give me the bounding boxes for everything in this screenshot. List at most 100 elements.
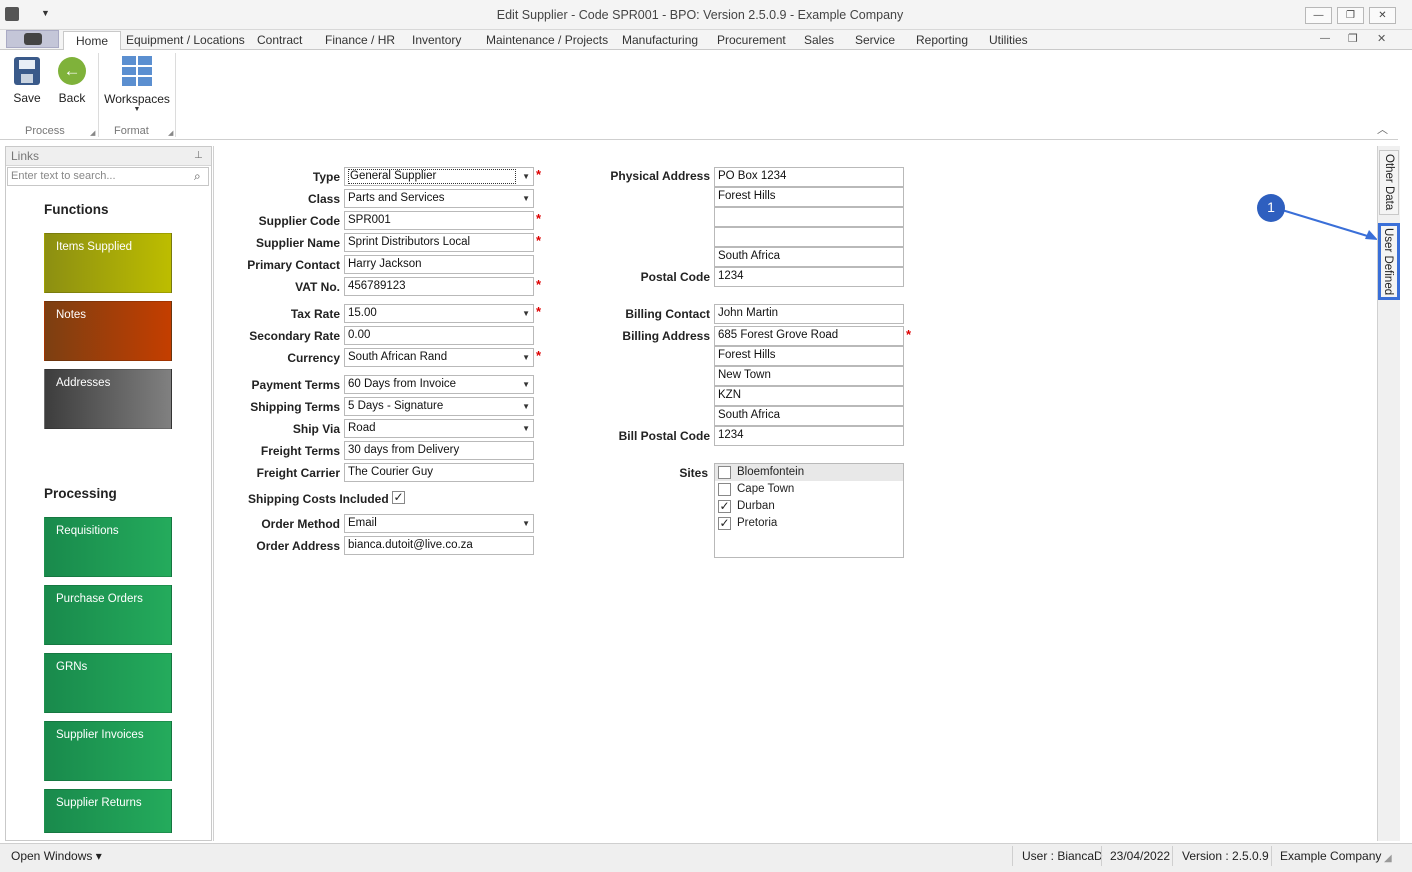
postal-code-label: Postal Code	[640, 270, 710, 284]
required-marker: *	[536, 233, 542, 248]
class-select[interactable]: Parts and Services ▼	[344, 189, 534, 208]
collapse-ribbon-icon[interactable]: ︿	[1377, 121, 1388, 137]
chevron-down-icon: ▼	[522, 194, 530, 203]
bill-postal-code-input[interactable]: 1234	[714, 426, 904, 446]
status-separator	[1172, 846, 1173, 866]
ribbon-panel	[0, 50, 1398, 140]
shipping-terms-select[interactable]: 5 Days - Signature ▼	[344, 397, 534, 416]
billing-address-line-1[interactable]: 685 Forest Grove Road	[714, 326, 904, 346]
primary-contact-input[interactable]: Harry Jackson	[344, 255, 534, 274]
physical-address-line-3[interactable]	[714, 207, 904, 227]
tile-supplier-returns[interactable]: Supplier Returns	[44, 789, 172, 833]
ship-via-label: Ship Via	[292, 422, 340, 436]
site-name: Pretoria	[737, 517, 778, 529]
processing-heading: Processing	[44, 486, 117, 501]
chevron-down-icon: ▼	[522, 309, 530, 318]
back-label: Back	[58, 91, 86, 105]
save-button[interactable]: Save	[8, 54, 46, 105]
tab-reporting[interactable]: Reporting	[904, 31, 980, 50]
site-checkbox[interactable]: ✓	[718, 517, 731, 530]
application-menu-button[interactable]	[6, 30, 59, 48]
process-launcher-icon[interactable]: ◢	[90, 129, 95, 137]
postal-code-input[interactable]: 1234	[714, 267, 904, 287]
tile-addresses[interactable]: Addresses	[44, 369, 172, 429]
physical-address-line-4[interactable]	[714, 227, 904, 247]
order-method-select[interactable]: Email ▼	[344, 514, 534, 533]
tax-rate-select[interactable]: 15.00 ▼	[344, 304, 534, 323]
required-marker: *	[536, 167, 542, 182]
tile-items-supplied[interactable]: Items Supplied	[44, 233, 172, 293]
payment-terms-select[interactable]: 60 Days from Invoice ▼	[344, 375, 534, 394]
open-windows-button[interactable]: Open Windows ▾	[11, 849, 102, 863]
secondary-rate-input[interactable]: 0.00	[344, 326, 534, 345]
vat-no-input[interactable]: 456789123	[344, 277, 534, 296]
supplier-code-input[interactable]: SPR001	[344, 211, 534, 230]
tile-purchase-orders[interactable]: Purchase Orders	[44, 585, 172, 645]
billing-contact-input[interactable]: John Martin	[714, 304, 904, 324]
currency-select[interactable]: South African Rand ▼	[344, 348, 534, 367]
shipping-terms-label: Shipping Terms	[250, 400, 340, 414]
site-checkbox[interactable]: ✓	[718, 500, 731, 513]
tile-notes[interactable]: Notes	[44, 301, 172, 361]
billing-address-line-5[interactable]: South Africa	[714, 406, 904, 426]
chevron-down-icon: ▼	[522, 172, 530, 181]
order-address-label: Order Address	[256, 539, 340, 553]
tab-procurement[interactable]: Procurement	[705, 31, 798, 50]
freight-terms-input[interactable]: 30 days from Delivery	[344, 441, 534, 460]
tab-service[interactable]: Service	[843, 31, 907, 50]
mdi-restore-button[interactable]: ❐	[1348, 32, 1358, 45]
site-checkbox[interactable]	[718, 466, 731, 479]
tab-equipment-locations[interactable]: Equipment / Locations	[114, 31, 257, 50]
supplier-name-input[interactable]: Sprint Distributors Local	[344, 233, 534, 252]
chevron-down-icon: ▼	[522, 353, 530, 362]
tab-utilities[interactable]: Utilities	[977, 31, 1040, 50]
supplier-code-label: Supplier Code	[258, 214, 340, 228]
tab-home[interactable]: Home	[63, 31, 122, 51]
links-search-input[interactable]: Enter text to search...	[7, 167, 209, 186]
physical-address-line-5[interactable]: South Africa	[714, 247, 904, 267]
type-select[interactable]: General Supplier ▼	[344, 167, 534, 186]
tile-requisitions[interactable]: Requisitions	[44, 517, 172, 577]
mdi-minimize-button[interactable]: —	[1320, 33, 1330, 44]
resize-grip-icon[interactable]: ◢	[1384, 853, 1392, 864]
tab-user-defined[interactable]: User Defined	[1378, 223, 1400, 300]
workspaces-grid-icon	[122, 56, 152, 86]
tab-inventory[interactable]: Inventory	[400, 31, 473, 50]
vat-no-label: VAT No.	[295, 280, 340, 294]
tab-finance-hr[interactable]: Finance / HR	[313, 31, 407, 50]
pin-icon[interactable]: ⊥	[194, 150, 203, 161]
maximize-button[interactable]: ❐	[1337, 7, 1364, 24]
billing-address-line-4[interactable]: KZN	[714, 386, 904, 406]
chevron-down-icon: ▼	[522, 519, 530, 528]
tab-contract[interactable]: Contract	[245, 31, 314, 50]
tab-other-data[interactable]: Other Data	[1379, 150, 1399, 215]
format-launcher-icon[interactable]: ◢	[168, 129, 173, 137]
tile-grns[interactable]: GRNs	[44, 653, 172, 713]
order-address-input[interactable]: bianca.dutoit@live.co.za	[344, 536, 534, 555]
billing-contact-label: Billing Contact	[625, 307, 710, 321]
order-method-label: Order Method	[261, 517, 340, 531]
shipping-costs-checkbox[interactable]: ✓	[392, 491, 405, 504]
site-checkbox[interactable]	[718, 483, 731, 496]
callout-badge: 1	[1257, 194, 1285, 222]
site-name: Durban	[737, 500, 775, 512]
minimize-button[interactable]: —	[1305, 7, 1332, 24]
billing-address-line-3[interactable]: New Town	[714, 366, 904, 386]
tab-manufacturing[interactable]: Manufacturing	[610, 31, 710, 50]
tab-maintenance-projects[interactable]: Maintenance / Projects	[474, 31, 620, 50]
physical-address-line-1[interactable]: PO Box 1234	[714, 167, 904, 187]
bill-postal-code-label: Bill Postal Code	[618, 429, 710, 443]
close-button[interactable]: ✕	[1369, 7, 1396, 24]
freight-carrier-input[interactable]: The Courier Guy	[344, 463, 534, 482]
workspaces-button[interactable]: Workspaces ▼	[104, 54, 170, 113]
supplier-name-label: Supplier Name	[255, 236, 340, 250]
billing-address-line-2[interactable]: Forest Hills	[714, 346, 904, 366]
ship-via-select[interactable]: Road ▼	[344, 419, 534, 438]
back-button[interactable]: ← Back	[53, 54, 91, 105]
search-icon[interactable]: ⌕	[194, 169, 201, 184]
mdi-close-button[interactable]: ✕	[1377, 32, 1386, 45]
tab-sales[interactable]: Sales	[792, 31, 846, 50]
freight-carrier-label: Freight Carrier	[256, 466, 340, 480]
physical-address-line-2[interactable]: Forest Hills	[714, 187, 904, 207]
tile-supplier-invoices[interactable]: Supplier Invoices	[44, 721, 172, 781]
